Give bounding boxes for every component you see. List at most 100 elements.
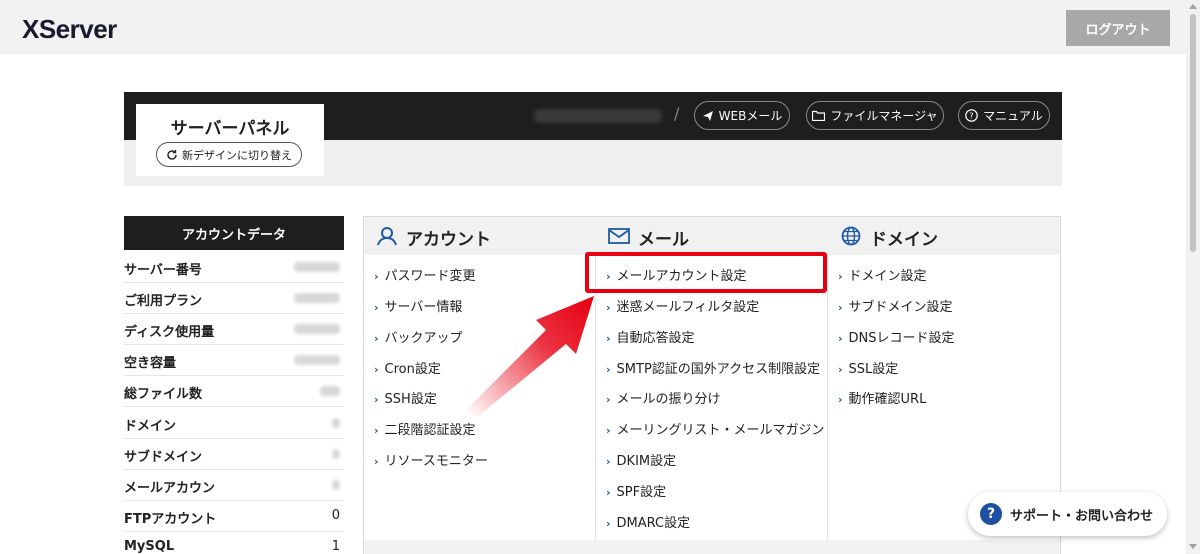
menu-item-label: DKIM設定 [616, 454, 677, 469]
server-panel-header: サーバーパネル 新デザインに切り替え / WEBメール ファイルマネージャ ? … [124, 92, 1062, 186]
chevron-right-icon: › [606, 301, 611, 314]
menu-item-spam-filter[interactable]: › 迷惑メールフィルタ設定 [606, 296, 759, 316]
help-icon: ? [965, 109, 978, 122]
menu-item-ssh[interactable]: › SSH設定 [374, 388, 437, 408]
account-data-row: MySQL 1 [124, 532, 344, 554]
menu-item-ssl[interactable]: › SSL設定 [838, 358, 898, 378]
menu-item-two-factor[interactable]: › 二段階認証設定 [374, 419, 476, 439]
redacted-value [332, 449, 340, 459]
menu-item-label: メーリングリスト・メールマガジン [616, 423, 825, 438]
account-data-row: ディスク使用量 [124, 314, 344, 345]
account-menu-column: アカウント › パスワード変更 › サーバー情報 › バックアップ › Cron設定 ›… [364, 217, 596, 554]
menu-item-label: DNSレコード設定 [848, 331, 955, 346]
top-bar: XServer ログアウト [0, 0, 1186, 54]
file-manager-link[interactable]: ファイルマネージャ [806, 101, 944, 130]
menu-item-label: 動作確認URL [848, 392, 927, 407]
redacted-value [332, 480, 340, 490]
menu-item-password[interactable]: › パスワード変更 [374, 265, 476, 285]
highlight-box [585, 252, 827, 293]
menu-item-domain-settings[interactable]: › ドメイン設定 [838, 265, 927, 285]
xserver-logo[interactable]: XServer [22, 14, 117, 45]
redacted-value [332, 418, 340, 428]
panel-title: サーバーパネル [170, 119, 290, 139]
menu-item-dmarc[interactable]: › DMARC設定 [606, 512, 690, 532]
hidden-hostname [534, 109, 662, 123]
webmail-link[interactable]: WEBメール [694, 101, 790, 130]
globe-icon [841, 226, 861, 246]
menu-item-label: 迷惑メールフィルタ設定 [616, 300, 760, 315]
account-data-label: MySQL [124, 539, 175, 554]
chevron-right-icon: › [838, 270, 843, 283]
menu-item-label: パスワード変更 [384, 269, 476, 284]
menu-item-server-info[interactable]: › サーバー情報 [374, 296, 462, 316]
account-menu-heading: アカウント [364, 217, 596, 255]
account-data-label: ご利用プラン [124, 294, 203, 309]
redacted-value [294, 262, 340, 272]
menu-item-dns-record[interactable]: › DNSレコード設定 [838, 327, 955, 347]
menu-item-subdomain[interactable]: › サブドメイン設定 [838, 296, 953, 316]
account-data-heading: アカウントデータ [124, 216, 344, 250]
chevron-right-icon: › [606, 332, 611, 345]
chevron-right-icon: › [838, 301, 843, 314]
menu-item-label: メールの振り分け [616, 392, 721, 407]
breadcrumb-separator: / [674, 104, 680, 123]
chevron-right-icon: › [606, 424, 611, 437]
menu-item-label: 二段階認証設定 [384, 423, 476, 438]
chevron-right-icon: › [606, 393, 611, 406]
chevron-right-icon: › [374, 363, 379, 376]
vertical-scrollbar[interactable] [1186, 0, 1200, 554]
account-data-row: サブドメイン [124, 439, 344, 470]
chevron-right-icon: › [374, 301, 379, 314]
svg-text:?: ? [970, 112, 974, 121]
menu-item-smtp-restriction[interactable]: › SMTP認証の国外アクセス制限設定 [606, 358, 820, 378]
menu-item-mailing-list[interactable]: › メーリングリスト・メールマガジン [606, 419, 825, 439]
chevron-right-icon: › [838, 363, 843, 376]
account-data-row: サーバー番号 [124, 252, 344, 283]
account-data-label: メールアカウン [124, 481, 216, 496]
menu-item-backup[interactable]: › バックアップ [374, 327, 463, 347]
menu-item-mail-sorting[interactable]: › メールの振り分け [606, 388, 721, 408]
redacted-value [320, 386, 340, 396]
account-data-row: メールアカウン [124, 470, 344, 501]
menu-item-spf[interactable]: › SPF設定 [606, 481, 666, 501]
scroll-up-arrow-icon[interactable] [1189, 4, 1197, 9]
menu-item-dkim[interactable]: › DKIM設定 [606, 450, 676, 470]
chevron-right-icon: › [838, 393, 843, 406]
redacted-value [294, 293, 340, 303]
mail-menu-heading: メール [596, 217, 828, 255]
redacted-value [294, 355, 340, 365]
account-data-row: 空き容量 [124, 345, 344, 376]
next-section-heading-row [364, 540, 1060, 554]
logout-button[interactable]: ログアウト [1066, 10, 1170, 46]
menu-item-resource-monitor[interactable]: › リソースモニター [374, 450, 488, 470]
menu-item-label: ドメイン設定 [848, 269, 927, 284]
chevron-right-icon: › [606, 455, 611, 468]
menu-item-test-url[interactable]: › 動作確認URL [838, 388, 926, 408]
account-data-row: ドメイン [124, 408, 344, 439]
account-data-label: 総ファイル数 [124, 387, 203, 402]
file-manager-label: ファイルマネージャ [830, 109, 938, 123]
account-data-label: ディスク使用量 [124, 325, 215, 340]
mail-menu-title: メール [638, 230, 689, 250]
menu-item-label: バックアップ [384, 331, 463, 346]
account-data-value: 0 [331, 508, 340, 523]
menu-item-label: Cron設定 [384, 362, 441, 377]
menu-item-auto-reply[interactable]: › 自動応答設定 [606, 327, 695, 347]
scroll-thumb[interactable] [1190, 14, 1196, 252]
account-data-row: ご利用プラン [124, 283, 344, 314]
switch-new-design-button[interactable]: 新デザインに切り替え [156, 142, 302, 167]
support-contact-button[interactable]: ? サポート・お問い合わせ [968, 492, 1167, 536]
chevron-right-icon: › [374, 393, 379, 406]
chevron-right-icon: › [374, 455, 379, 468]
manual-link[interactable]: ? マニュアル [958, 101, 1050, 130]
menu-item-label: SPF設定 [616, 485, 667, 500]
menu-item-cron[interactable]: › Cron設定 [374, 358, 441, 378]
menu-item-label: SSH設定 [384, 392, 437, 407]
chevron-right-icon: › [374, 424, 379, 437]
chevron-right-icon: › [606, 363, 611, 376]
mail-icon [608, 228, 630, 244]
scroll-down-arrow-icon[interactable] [1189, 544, 1197, 549]
help-circle-icon: ? [980, 503, 1002, 525]
account-data-label: FTPアカウント [124, 512, 217, 527]
account-data-label: サブドメイン [124, 450, 203, 465]
